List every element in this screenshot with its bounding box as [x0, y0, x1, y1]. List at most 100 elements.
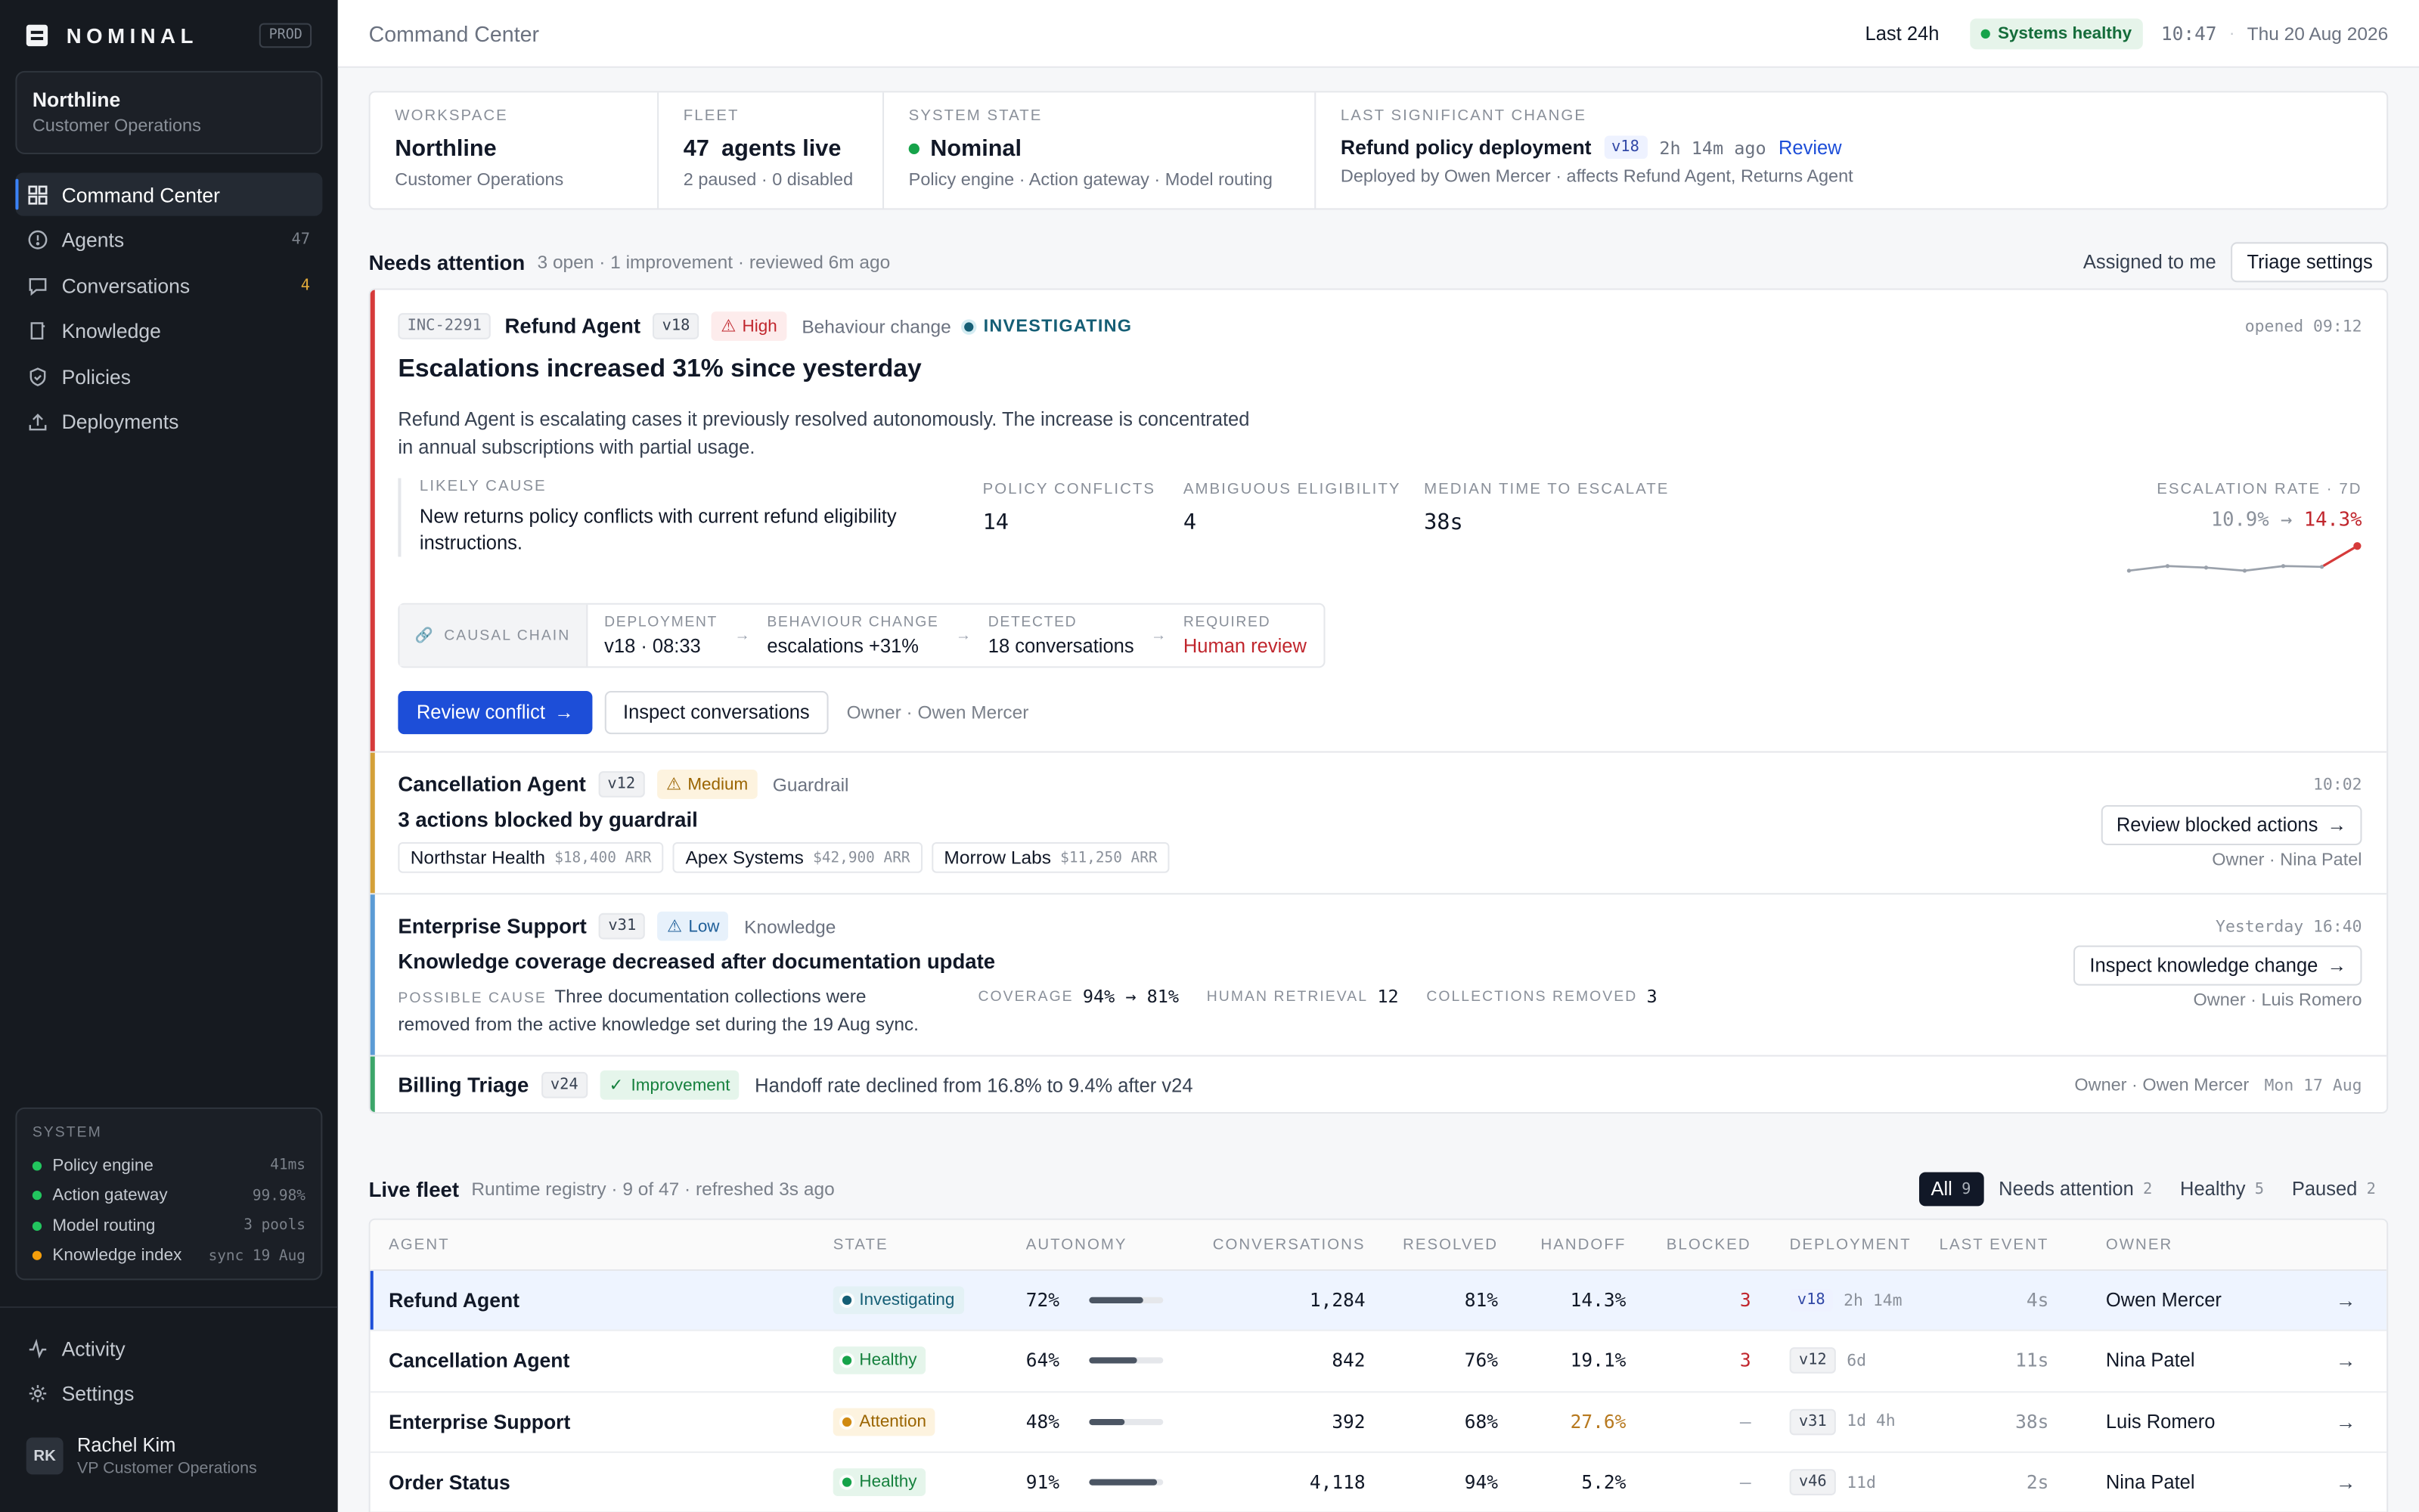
nav-activity[interactable]: Activity [15, 1327, 322, 1370]
tab-paused[interactable]: Paused 2 [2279, 1173, 2388, 1207]
version-tag[interactable]: v12 [1789, 1347, 1836, 1374]
user-profile[interactable]: RK Rachel Kim VP Customer Operations [26, 1434, 257, 1477]
system-row-value: 41ms [270, 1157, 305, 1175]
version-tag[interactable]: v18 [1789, 1288, 1833, 1312]
column-header[interactable]: LAST EVENT [1940, 1237, 2049, 1253]
state-badge: Healthy [833, 1468, 926, 1497]
table-row[interactable]: Refund Agent Investigating 72% 1,284 81% 14.3… [370, 1271, 2387, 1332]
version-tag[interactable]: v31 [1789, 1408, 1836, 1435]
agent-name[interactable]: Cancellation Agent [398, 773, 585, 796]
customer-chip[interactable]: Apex Systems $42,900 ARR [673, 841, 923, 873]
nav-settings[interactable]: Settings [15, 1372, 322, 1415]
version-tag: v18 [653, 313, 699, 339]
description-line: in annual subscriptions with partial usa… [398, 436, 755, 458]
opened-time: Yesterday 16:40 [2216, 916, 2362, 936]
autonomy-bar [1089, 1479, 1164, 1486]
tab-needs-attention[interactable]: Needs attention 2 [1986, 1173, 2165, 1207]
nav-knowledge[interactable]: Knowledge [15, 309, 322, 352]
possible-cause: POSSIBLE CAUSE Three documentation collec… [398, 984, 969, 1038]
inspect-conversations-button[interactable]: Inspect conversations [604, 691, 829, 735]
deployment-age: 1d 4h [1847, 1412, 1896, 1431]
incident-id[interactable]: INC-2291 [398, 313, 492, 339]
summary-label: WORKSPACE [395, 107, 508, 125]
assigned-to-me-filter[interactable]: Assigned to me [2083, 252, 2216, 274]
arrow-icon: → [2280, 507, 2293, 531]
open-agent-arrow-icon[interactable]: → [2336, 1289, 2356, 1312]
open-agent-arrow-icon[interactable]: → [2336, 1349, 2356, 1373]
nav-deployments[interactable]: Deployments [15, 400, 322, 443]
chain-step-detected[interactable]: DETECTED 18 conversations [971, 605, 1151, 667]
table-row[interactable]: Cancellation Agent Healthy 64% 842 76% 19.1% 3… [370, 1331, 2387, 1393]
causal-chain-label: 🔗 CAUSAL CHAIN [399, 604, 588, 667]
column-header[interactable]: AGENT [389, 1237, 449, 1253]
nav-agents[interactable]: Agents 47 [15, 218, 322, 262]
chain-step-behaviour-change[interactable]: BEHAVIOUR CHANGE escalations +31% [750, 605, 956, 667]
open-agent-arrow-icon[interactable]: → [2336, 1410, 2356, 1433]
resolved-value: 94% [1464, 1471, 1499, 1493]
review-blocked-actions-button[interactable]: Review blocked actions → [2101, 804, 2362, 846]
autonomy-value: 72% [1025, 1289, 1059, 1312]
review-conflict-button[interactable]: Review conflict → [398, 691, 593, 735]
column-header[interactable]: RESOLVED [1403, 1237, 1498, 1253]
metric-label: AMBIGUOUS ELIGIBILITY [1183, 481, 1401, 498]
metric-value: 94% → 81% [1082, 985, 1180, 1008]
nav-label: Knowledge [61, 319, 161, 342]
resolved-value: 76% [1464, 1350, 1499, 1372]
version-tag: v12 [598, 771, 645, 798]
time-range-selector[interactable]: Last 24h [1865, 23, 1940, 45]
customer-chip[interactable]: Morrow Labs $11,250 ARR [932, 841, 1170, 873]
incident-owner: Owner · Nina Patel [2212, 851, 2362, 870]
deployment-age: 6d [1847, 1352, 1867, 1371]
chain-step-deployment[interactable]: DEPLOYMENT v18 · 08:33 [588, 605, 735, 667]
table-row[interactable]: Order Status Healthy 91% 4,118 94% 5.2% — v46 11… [370, 1453, 2387, 1512]
agent-name[interactable]: Billing Triage [398, 1074, 529, 1097]
system-row-label: Policy engine [52, 1156, 154, 1176]
column-header[interactable]: AUTONOMY [1026, 1237, 1127, 1253]
table-row[interactable]: Enterprise Support Attention 48% 392 68% 27.6… [370, 1392, 2387, 1453]
step-value: 18 conversations [988, 635, 1134, 658]
inspect-knowledge-change-button[interactable]: Inspect knowledge change → [2073, 945, 2362, 986]
status-dot [965, 321, 975, 331]
customer-chip[interactable]: Northstar Health $18,400 ARR [398, 841, 664, 873]
column-header[interactable]: STATE [833, 1237, 889, 1253]
user-name: Rachel Kim [77, 1434, 176, 1456]
opened-time: opened 09:12 [2244, 317, 2362, 336]
nav-conversations[interactable]: Conversations 4 [15, 264, 322, 307]
tab-all[interactable]: All 9 [1918, 1172, 1983, 1207]
column-header[interactable]: CONVERSATIONS [1213, 1237, 1366, 1253]
systems-health-badge[interactable]: Systems healthy [1970, 17, 2143, 49]
severity-badge: ⚠ Low [657, 911, 729, 941]
agent-name[interactable]: Refund Agent [389, 1289, 519, 1312]
description-line: Refund Agent is escalating cases it prev… [398, 408, 1250, 431]
agent-name[interactable]: Enterprise Support [389, 1410, 570, 1433]
deployment-cell: v31 1d 4h [1789, 1408, 1896, 1435]
open-agent-arrow-icon[interactable]: → [2336, 1470, 2356, 1494]
column-header[interactable]: HANDOFF [1540, 1237, 1626, 1253]
system-row-value: sync 19 Aug [208, 1247, 305, 1265]
review-change-link[interactable]: Review [1779, 137, 1842, 159]
chain-step-required[interactable]: REQUIRED Human review [1166, 605, 1323, 667]
step-value: Human review [1183, 635, 1307, 658]
customer-name: Apex Systems [685, 847, 804, 869]
agent-name[interactable]: Order Status [389, 1470, 510, 1494]
workspace-switcher[interactable]: Northline Customer Operations [15, 70, 323, 155]
autonomy-value: 91% [1025, 1471, 1059, 1493]
status-dot [842, 1417, 852, 1427]
column-header[interactable]: OWNER [2106, 1237, 2172, 1253]
step-label: DETECTED [988, 613, 1078, 631]
fleet-filter-tabs: All 9 Needs attention 2 Healthy 5 Paused 2 [1915, 1172, 2388, 1207]
column-header[interactable]: BLOCKED [1667, 1237, 1751, 1253]
triage-settings-button[interactable]: Triage settings [2231, 242, 2389, 283]
tab-healthy[interactable]: Healthy 5 [2168, 1173, 2277, 1207]
autonomy-value: 48% [1025, 1411, 1059, 1433]
column-header[interactable]: DEPLOYMENT [1790, 1237, 1912, 1253]
incident-owner: Owner · Owen Mercer [846, 702, 1029, 723]
agent-name[interactable]: Refund Agent [504, 314, 640, 338]
agent-name[interactable]: Enterprise Support [398, 915, 586, 938]
nav-policies[interactable]: Policies [15, 355, 322, 398]
agent-name[interactable]: Cancellation Agent [389, 1349, 569, 1373]
status-dot [842, 1356, 852, 1366]
system-row-value: 3 pools [243, 1217, 305, 1235]
nav-command-center[interactable]: Command Center [15, 172, 323, 216]
version-tag[interactable]: v46 [1789, 1469, 1836, 1496]
